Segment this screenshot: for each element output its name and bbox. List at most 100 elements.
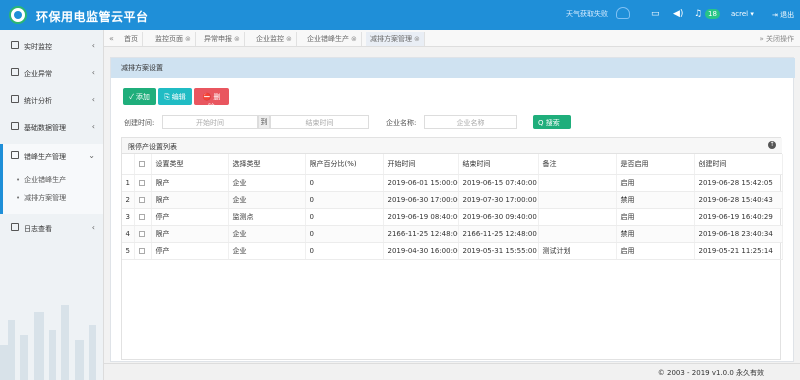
start-time-cell: 2019-06-30 17:00:00 (383, 191, 459, 209)
bell-icon[interactable]: ♫ (694, 9, 702, 19)
table-row[interactable]: 1 限产 企业 0 2019-06-01 15:00:00 2019-06-15… (122, 174, 783, 192)
collapse-icon[interactable]: ↑ (768, 141, 776, 149)
row-checkbox-cell[interactable] (134, 242, 152, 260)
chevron-left-icon: ‹ (91, 223, 95, 232)
table-header[interactable]: 创建时间 (694, 154, 783, 175)
close-icon[interactable]: ⊗ (414, 35, 420, 43)
select-all-checkbox[interactable] (138, 160, 145, 167)
tab-home[interactable]: 首页 (120, 32, 143, 46)
end-time-cell: 2019-05-31 15:55:00 (458, 242, 539, 260)
close-icon[interactable]: ⊗ (286, 35, 292, 43)
row-checkbox-cell[interactable] (134, 174, 152, 192)
logo-icon (9, 6, 27, 24)
end-time-cell: 2019-06-30 09:40:00 (458, 208, 539, 226)
row-index: 5 (122, 242, 135, 260)
close-icon[interactable]: ⊗ (351, 35, 357, 43)
table-header[interactable]: 设置类型 (151, 154, 229, 175)
table-header[interactable]: 备注 (538, 154, 617, 175)
setting-type-cell: 限产 (151, 225, 229, 243)
remark-cell (538, 191, 617, 209)
sidebar-subitem-company-peak[interactable]: 企业错峰生产 (16, 175, 66, 185)
enabled-cell: 禁用 (616, 191, 695, 209)
user-menu[interactable]: acrel ▾ (731, 10, 754, 18)
chart-icon (11, 95, 19, 103)
sidebar-group-peak-production: 错峰生产管理 ⌄ 企业错峰生产 减排方案管理 (0, 144, 103, 214)
company-name-input[interactable]: 企业名称 (424, 115, 517, 129)
edit-button[interactable]: ⎘ 编辑 (158, 88, 192, 105)
start-time-cell: 2019-06-19 08:40:00 (383, 208, 459, 226)
row-checkbox[interactable] (138, 213, 145, 220)
sidebar-item-company-abnormal[interactable]: 企业异常 ‹ (0, 61, 103, 85)
tab-peak-production[interactable]: 企业错峰生产 ⊗ (303, 32, 362, 46)
sidebar-item-statistics[interactable]: 统计分析 ‹ (0, 88, 103, 112)
add-button[interactable]: ✓ 添加 (123, 88, 156, 105)
table-row[interactable]: 3 停产 监测点 0 2019-06-19 08:40:00 2019-06-3… (122, 208, 783, 226)
table-header[interactable]: 选择类型 (228, 154, 306, 175)
cloud-icon (616, 7, 630, 19)
table-header-index (122, 154, 135, 175)
table-row[interactable]: 2 限产 企业 0 2019-06-30 17:00:00 2019-07-30… (122, 191, 783, 209)
row-checkbox[interactable] (138, 179, 145, 186)
volume-icon[interactable]: ◀) (673, 9, 683, 19)
table-header[interactable]: 开始时间 (383, 154, 459, 175)
user-name: acrel (731, 10, 749, 18)
table-row[interactable]: 4 限产 企业 0 2166-11-25 12:48:00 2166-11-25… (122, 225, 783, 243)
close-icon[interactable]: ⊗ (185, 35, 191, 43)
company-name-label: 企业名称: (386, 119, 417, 127)
table-header[interactable]: 是否启用 (616, 154, 695, 175)
table-header-row: 设置类型 选择类型 限产百分比(%) 开始时间 结束时间 备注 是否启用 创建时… (122, 154, 783, 175)
top-header: 环保用电监管云平台 天气获取失败 ▭ ◀) ♫ 18 acrel ▾ ⇥ 退出 (0, 0, 800, 30)
created-time-cell: 2019-06-18 23:40:34 (694, 225, 783, 243)
start-time-input[interactable]: 开始时间 (162, 115, 258, 129)
enabled-cell: 禁用 (616, 225, 695, 243)
table-row[interactable]: 5 停产 企业 0 2019-04-30 16:00:00 2019-05-31… (122, 242, 783, 260)
emission-plan-panel: 减排方案设置 ✓ 添加 ⎘ 编辑 ⛔ 删除 创建时间: 开始时间 到 结束时间 … (110, 57, 795, 362)
restriction-table: 设置类型 选择类型 限产百分比(%) 开始时间 结束时间 备注 是否启用 创建时… (122, 154, 783, 260)
table-header[interactable]: 结束时间 (458, 154, 539, 175)
notification-badge[interactable]: 18 (705, 9, 720, 19)
tab-label: 企业监控 (256, 35, 284, 43)
table-header[interactable]: 限产百分比(%) (305, 154, 384, 175)
start-time-cell: 2166-11-25 12:48:00 (383, 225, 459, 243)
screen-icon[interactable]: ▭ (651, 9, 660, 19)
logout-button[interactable]: ⇥ 退出 (772, 10, 794, 20)
select-type-cell: 企业 (228, 225, 306, 243)
list-title-text: 限停产设置列表 (128, 143, 177, 151)
search-button[interactable]: Q 搜索 (533, 115, 571, 129)
row-checkbox-cell[interactable] (134, 225, 152, 243)
table-header-checkbox[interactable] (134, 154, 152, 175)
close-icon[interactable]: ⊗ (234, 35, 240, 43)
close-actions-menu[interactable]: » 关闭操作 (759, 34, 794, 44)
row-checkbox[interactable] (138, 196, 145, 203)
created-time-cell: 2019-06-19 16:40:29 (694, 208, 783, 226)
end-time-input[interactable]: 结束时间 (270, 115, 369, 129)
sidebar-item-basic-data[interactable]: 基础数据管理 ‹ (0, 115, 103, 139)
tab-monitor[interactable]: 监控页面 ⊗ (151, 32, 196, 46)
delete-button[interactable]: ⛔ 删除 (194, 88, 229, 111)
limit-percent-cell: 0 (305, 208, 384, 226)
start-time-cell: 2019-04-30 16:00:00 (383, 242, 459, 260)
sidebar-item-realtime[interactable]: 实时监控 ‹ (0, 34, 103, 58)
sidebar-subitem-emission-plan[interactable]: 减排方案管理 (16, 193, 66, 203)
panel-title: 减排方案设置 (111, 58, 795, 78)
row-checkbox[interactable] (138, 247, 145, 254)
select-type-cell: 企业 (228, 191, 306, 209)
tab-company-monitor[interactable]: 企业监控 ⊗ (252, 32, 297, 46)
row-checkbox-cell[interactable] (134, 191, 152, 209)
logout-label: 退出 (780, 11, 795, 19)
log-icon (11, 223, 19, 231)
database-icon (11, 122, 19, 130)
chevron-left-icon: ‹ (91, 68, 95, 77)
row-checkbox-cell[interactable] (134, 208, 152, 226)
sidebar-item-logs[interactable]: 日志查看 ‹ (0, 216, 103, 240)
setting-type-cell: 限产 (151, 174, 229, 192)
end-time-cell: 2166-11-25 12:48:00 (458, 225, 539, 243)
tab-abnormal-report[interactable]: 异常申报 ⊗ (200, 32, 245, 46)
sidebar-item-label: 实时监控 (24, 43, 52, 51)
limit-percent-cell: 0 (305, 225, 384, 243)
row-checkbox[interactable] (138, 230, 145, 237)
tab-emission-plan[interactable]: 减排方案管理 ⊗ (366, 32, 425, 46)
select-type-cell: 企业 (228, 242, 306, 260)
sidebar-item-peak-production[interactable]: 错峰生产管理 ⌄ (0, 144, 103, 168)
tabs-left-arrow-icon[interactable]: « (109, 34, 114, 43)
